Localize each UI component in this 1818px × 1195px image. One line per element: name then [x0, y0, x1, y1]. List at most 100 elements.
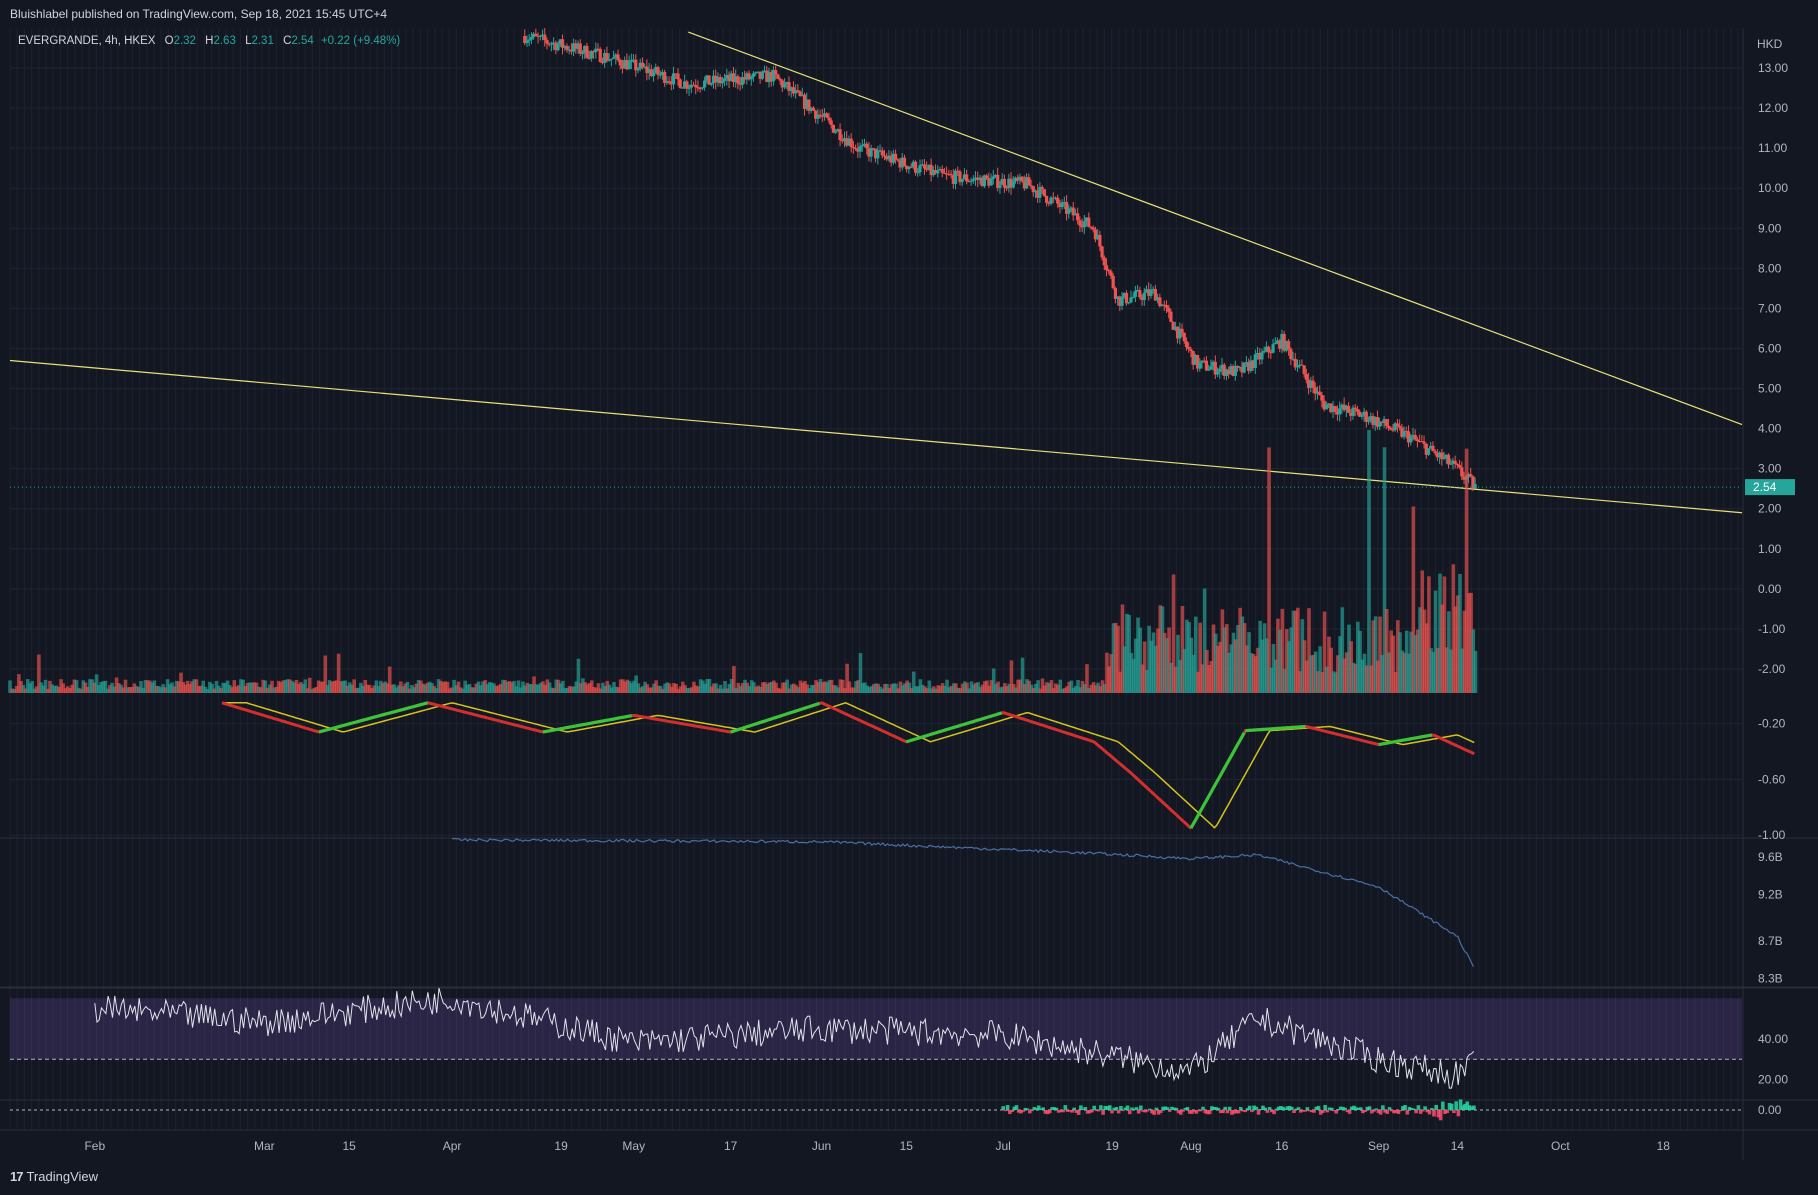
candle [849, 138, 853, 148]
price-tick-label: 12.00 [1758, 101, 1788, 115]
histogram-bar [1290, 1106, 1294, 1110]
histogram-bar [1114, 1106, 1119, 1110]
candle [818, 114, 822, 116]
price-tick-label: -1.00 [1758, 622, 1786, 636]
rsi-tick-label: 20.00 [1758, 1073, 1788, 1087]
candle [1042, 189, 1046, 196]
histogram-bar [1449, 1103, 1454, 1110]
candle [1453, 460, 1457, 465]
candle [922, 164, 927, 169]
oscillator-tick-label: -1.00 [1758, 828, 1786, 842]
oscillator-tick-label: -0.60 [1758, 772, 1786, 786]
candle [634, 59, 638, 71]
histogram-bar [1121, 1110, 1125, 1112]
publish-header: Bluishlabel published on TradingView.com… [0, 0, 1818, 26]
histogram-bar [1381, 1105, 1385, 1110]
candle [1346, 405, 1351, 413]
candle [1253, 354, 1257, 368]
histogram-bar [1334, 1110, 1339, 1114]
rsi-band [10, 998, 1742, 1060]
candle [1020, 176, 1024, 182]
vertical-grid [9, 28, 1739, 1130]
candle [1198, 362, 1202, 369]
candle [1409, 436, 1413, 443]
histogram-bar [1136, 1110, 1141, 1114]
candle [998, 184, 1002, 188]
histogram-bar [1167, 1110, 1172, 1112]
candle [1100, 246, 1104, 258]
footer: 17 TradingView [0, 1160, 1818, 1195]
candle [1295, 366, 1300, 368]
chart[interactable]: HKD 13.00 12.00 11.00 10.00 9.00 8.00 7.00 6.00 5… [0, 26, 1818, 1160]
histogram-bar [1454, 1101, 1458, 1110]
histogram-bar [1236, 1110, 1241, 1114]
candle [854, 147, 858, 149]
candle [700, 87, 704, 89]
candle [656, 67, 660, 75]
histogram-bar [1303, 1110, 1307, 1112]
candle [709, 83, 713, 85]
candle [834, 131, 838, 133]
histogram-bar [1445, 1110, 1450, 1114]
histogram-bar [1414, 1110, 1418, 1114]
histogram-tick-label: 0.00 [1758, 1103, 1782, 1117]
time-tick-label: 18 [1657, 1139, 1671, 1153]
candle [1431, 445, 1435, 452]
candle [671, 73, 676, 85]
tradingview-logo[interactable]: 17 TradingView [10, 1169, 98, 1184]
candle [869, 148, 873, 157]
price-tick-label: 2.00 [1758, 502, 1782, 516]
histogram-bar [1316, 1105, 1321, 1110]
histogram-bar [1452, 1110, 1456, 1114]
histogram-bar [1201, 1106, 1205, 1110]
histogram-bar [1083, 1107, 1088, 1110]
price-tick-label: 0.00 [1758, 582, 1782, 596]
candle [782, 84, 787, 88]
candle [636, 68, 640, 71]
rsi-tick-label: 40.00 [1758, 1032, 1788, 1046]
candle [1398, 425, 1402, 428]
candle [1442, 457, 1446, 460]
histogram-bar [1263, 1107, 1267, 1110]
candle [1164, 305, 1169, 308]
candle [796, 90, 800, 92]
histogram-bar [1025, 1108, 1030, 1110]
open-value: 2.32 [173, 35, 196, 47]
candle [1027, 177, 1031, 186]
candle [1311, 380, 1315, 388]
candle [525, 40, 529, 44]
candle [1289, 348, 1293, 359]
histogram-bar [1096, 1110, 1101, 1112]
histogram-bar [1305, 1107, 1310, 1110]
candle [529, 37, 534, 40]
candle [949, 174, 953, 176]
time-tick-label: Jun [812, 1139, 831, 1153]
price-tick-label: 5.00 [1758, 382, 1782, 396]
histogram-bar [1199, 1110, 1203, 1112]
histogram-bar [1472, 1105, 1476, 1110]
obv-tick-label: 9.6B [1758, 850, 1783, 864]
candle [1207, 369, 1211, 371]
histogram-bar [1347, 1110, 1352, 1114]
time-tick-label: 19 [554, 1139, 568, 1153]
candle [538, 35, 542, 37]
symbol-name: EVERGRANDE, 4h, HKEX [18, 35, 156, 47]
candle [1002, 178, 1006, 188]
candle [913, 161, 918, 173]
candle [902, 157, 907, 166]
histogram-bar [1398, 1110, 1403, 1112]
histogram-bar [1374, 1108, 1379, 1110]
histogram-bar [1048, 1110, 1052, 1114]
histogram-bar [1152, 1110, 1156, 1115]
time-tick-label: Mar [254, 1139, 275, 1153]
histogram-bar [1363, 1110, 1367, 1112]
candle [1413, 434, 1417, 440]
time-tick-label: Aug [1180, 1139, 1201, 1153]
candle [1133, 290, 1137, 297]
candle [676, 73, 680, 80]
time-tick-label: 15 [900, 1139, 914, 1153]
candle [858, 146, 862, 152]
candle [1242, 362, 1246, 373]
candle [1204, 360, 1209, 371]
histogram-bar [1061, 1110, 1065, 1113]
